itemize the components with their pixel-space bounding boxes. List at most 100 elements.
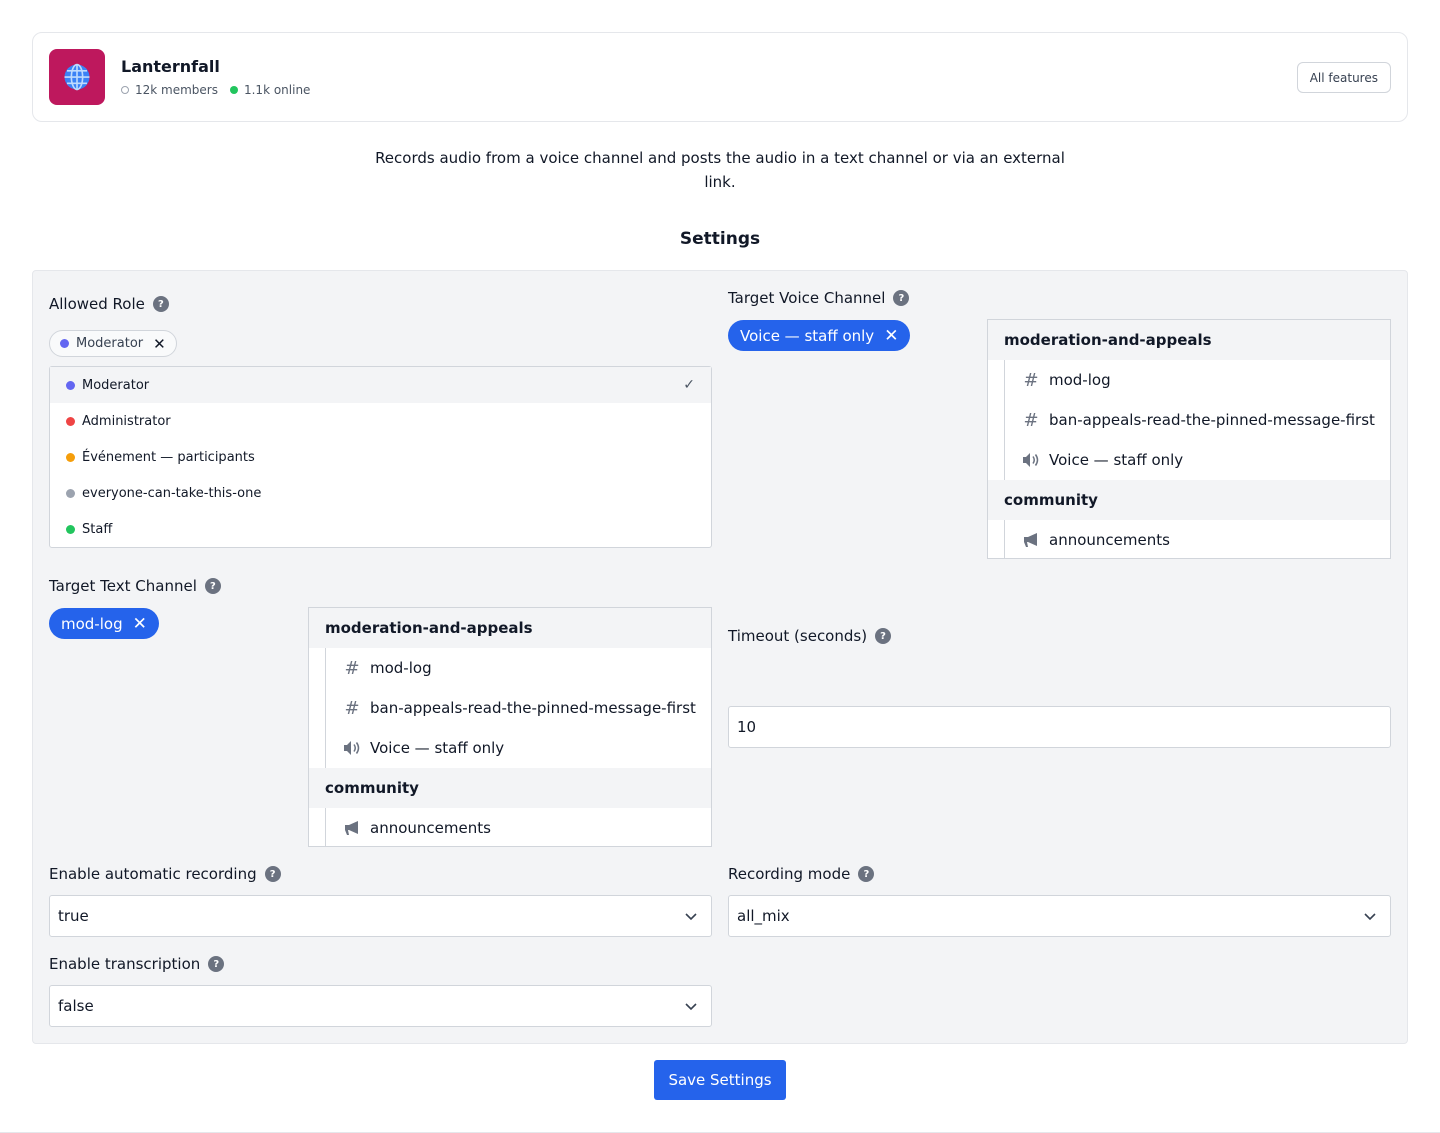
- channel-name: ban-appeals-read-the-pinned-message-firs…: [370, 699, 696, 717]
- timeout-label: Timeout (seconds) ?: [728, 627, 892, 645]
- channel-option[interactable]: # ban-appeals-read-the-pinned-message-fi…: [1004, 400, 1390, 440]
- timeout-label-text: Timeout (seconds): [728, 627, 868, 645]
- selected-voice-chip: Voice — staff only ✕: [728, 320, 911, 351]
- megaphone-icon: [1021, 532, 1041, 548]
- all-features-button[interactable]: All features: [1296, 62, 1391, 93]
- role-option[interactable]: Moderator ✓: [50, 367, 711, 403]
- allowed-role-label: Allowed Role ?: [49, 295, 169, 313]
- transcription-label-text: Enable transcription: [49, 955, 201, 973]
- role-option-name: everyone-can-take-this-one: [82, 485, 262, 501]
- channel-name: Voice — staff only: [370, 739, 505, 757]
- role-option[interactable]: Administrator: [50, 403, 711, 439]
- selected-role-name: Moderator: [76, 336, 144, 351]
- selected-text-chip: mod-log ✕: [49, 608, 159, 639]
- channel-name: ban-appeals-read-the-pinned-message-firs…: [1049, 411, 1375, 429]
- channel-name: announcements: [370, 819, 491, 837]
- role-color-dot-icon: [66, 524, 75, 534]
- role-color-dot-icon: [66, 488, 75, 498]
- auto-record-select[interactable]: true: [49, 895, 712, 937]
- check-icon: ✓: [683, 377, 695, 393]
- member-count: 12k members: [135, 83, 218, 97]
- plugin-description: Records audio from a voice channel and p…: [375, 149, 1065, 191]
- hash-icon: #: [344, 657, 360, 679]
- role-color-dot-icon: [66, 416, 75, 426]
- channel-option[interactable]: Voice — staff only: [325, 728, 711, 768]
- channel-option[interactable]: announcements: [325, 808, 711, 846]
- transcription-label: Enable transcription ?: [49, 955, 225, 973]
- role-option-name: Staff: [82, 521, 113, 537]
- timeout-value: 10: [737, 718, 757, 736]
- channel-name: mod-log: [370, 659, 432, 677]
- channel-name: announcements: [1049, 531, 1170, 549]
- members-dot-icon: [121, 86, 129, 94]
- role-color-dot-icon: [60, 339, 69, 348]
- auto-record-label: Enable automatic recording ?: [49, 865, 281, 883]
- channel-category: moderation-and-appeals: [309, 608, 711, 648]
- role-color-dot-icon: [66, 452, 75, 462]
- selected-voice-name: Voice — staff only: [740, 326, 875, 345]
- server-stats: 12k members 1.1k online: [121, 83, 310, 97]
- target-text-label-text: Target Text Channel: [49, 577, 197, 595]
- channel-option[interactable]: announcements: [1004, 520, 1390, 558]
- channel-name: mod-log: [1049, 371, 1111, 389]
- target-text-label: Target Text Channel ?: [49, 577, 221, 595]
- save-settings-button[interactable]: Save Settings: [654, 1060, 786, 1100]
- help-icon[interactable]: ?: [264, 866, 281, 882]
- chevron-down-icon: [685, 1003, 697, 1011]
- help-icon[interactable]: ?: [152, 296, 169, 312]
- selected-role-chip: Moderator ✕: [49, 330, 177, 357]
- server-icon: [49, 49, 105, 105]
- online-dot-icon: [229, 86, 238, 94]
- remove-role-icon[interactable]: ✕: [153, 335, 166, 353]
- recording-mode-select[interactable]: all_mix: [728, 895, 1391, 937]
- help-icon[interactable]: ?: [858, 866, 875, 882]
- settings-title: Settings: [679, 229, 761, 249]
- server-name: Lanternfall: [121, 57, 220, 76]
- recording-mode-value: all_mix: [737, 907, 790, 925]
- role-option[interactable]: everyone-can-take-this-one: [50, 475, 711, 511]
- speaker-icon: [1021, 452, 1041, 468]
- role-color-dot-icon: [66, 380, 75, 390]
- help-icon[interactable]: ?: [204, 578, 221, 594]
- role-options-list: Moderator ✓ Administrator Événement — pa…: [49, 366, 712, 548]
- auto-record-value: true: [58, 907, 89, 925]
- role-option-name: Événement — participants: [82, 449, 255, 465]
- role-option-name: Administrator: [82, 413, 171, 429]
- role-option[interactable]: Événement — participants: [50, 439, 711, 475]
- channel-name: Voice — staff only: [1049, 451, 1184, 469]
- help-icon[interactable]: ?: [875, 628, 892, 644]
- channel-category: community: [988, 480, 1390, 520]
- server-header-card: Lanternfall 12k members 1.1k online All …: [32, 32, 1408, 122]
- target-voice-label-text: Target Voice Channel: [728, 289, 886, 307]
- target-voice-label: Target Voice Channel ?: [728, 289, 910, 307]
- recording-mode-label: Recording mode ?: [728, 865, 875, 883]
- selected-text-name: mod-log: [61, 614, 123, 633]
- online-count: 1.1k online: [243, 83, 311, 97]
- channel-option[interactable]: # ban-appeals-read-the-pinned-message-fi…: [325, 688, 711, 728]
- role-option-name: Moderator: [82, 377, 150, 393]
- voice-channel-list: moderation-and-appeals # mod-log # ban-a…: [987, 319, 1391, 559]
- timeout-input[interactable]: 10: [728, 706, 1391, 748]
- channel-category: moderation-and-appeals: [988, 320, 1390, 360]
- chevron-down-icon: [1364, 913, 1376, 921]
- channel-option[interactable]: Voice — staff only: [1004, 440, 1390, 480]
- channel-option[interactable]: # mod-log: [1004, 360, 1390, 400]
- remove-text-icon[interactable]: ✕: [133, 614, 147, 634]
- help-icon[interactable]: ?: [893, 290, 910, 306]
- hash-icon: #: [344, 697, 360, 719]
- transcription-select[interactable]: false: [49, 985, 712, 1027]
- speaker-icon: [342, 740, 362, 756]
- help-icon[interactable]: ?: [208, 956, 225, 972]
- channel-option[interactable]: # mod-log: [325, 648, 711, 688]
- role-option[interactable]: Staff: [50, 511, 711, 547]
- allowed-role-label-text: Allowed Role: [49, 295, 145, 313]
- hash-icon: #: [1023, 369, 1039, 391]
- chevron-down-icon: [685, 913, 697, 921]
- transcription-value: false: [58, 997, 94, 1015]
- globe-icon: [64, 63, 90, 91]
- megaphone-icon: [342, 820, 362, 836]
- text-channel-list: moderation-and-appeals # mod-log # ban-a…: [308, 607, 712, 847]
- hash-icon: #: [1023, 409, 1039, 431]
- auto-record-label-text: Enable automatic recording: [49, 865, 257, 883]
- remove-voice-icon[interactable]: ✕: [884, 326, 898, 346]
